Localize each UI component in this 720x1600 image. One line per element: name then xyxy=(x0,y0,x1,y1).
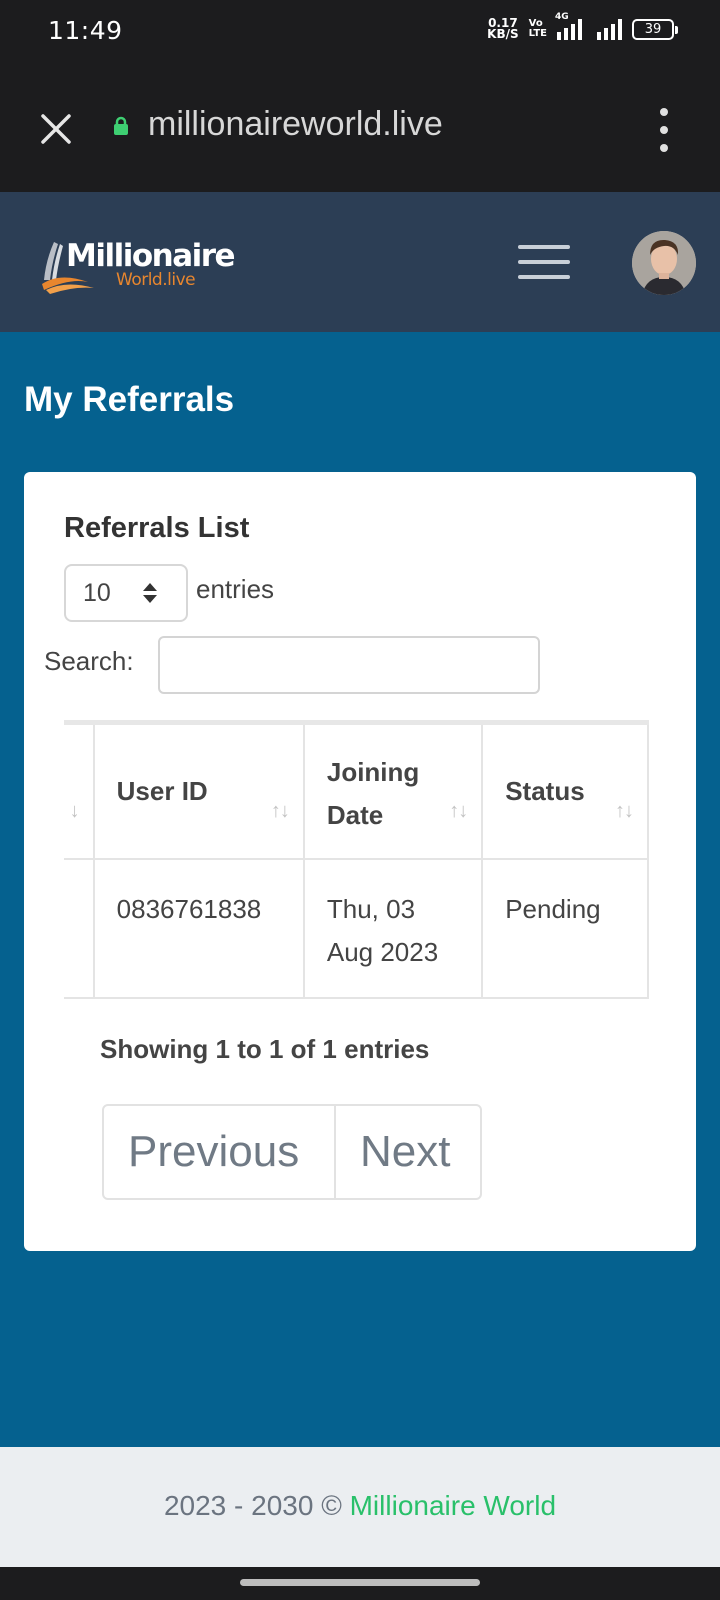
menu-icon[interactable] xyxy=(518,245,570,279)
status-icons: 0.17 KB/S Vo LTE 4G 39 xyxy=(487,12,678,41)
referrals-table-wrapper[interactable]: ↓ User ID ↑↓ Joining Date ↑↓ Status ↑↓ 0… xyxy=(64,720,681,999)
page-title: My Referrals xyxy=(24,380,235,419)
sort-arrows-icon xyxy=(143,583,157,603)
cell-status: Pending xyxy=(481,857,649,999)
site-footer: 2023 - 2030 © Millionaire World xyxy=(0,1447,720,1567)
card-title: Referrals List xyxy=(64,512,250,544)
battery-level: 39 xyxy=(644,21,662,37)
signal-icon-sim1: 4G xyxy=(555,12,587,40)
user-avatar-image xyxy=(632,231,696,295)
cell-user-id: 0836761838 xyxy=(92,857,305,999)
column-header-user-id[interactable]: User ID ↑↓ xyxy=(92,720,305,860)
search-label: Search: xyxy=(44,646,134,676)
entries-label: entries xyxy=(196,574,275,604)
next-button[interactable]: Next xyxy=(336,1106,480,1198)
signal-icon-sim2 xyxy=(597,18,622,40)
sort-icon: ↑↓ xyxy=(270,799,290,822)
main-content: My Referrals Referrals List 10 entries S… xyxy=(0,332,720,1447)
table-info: Showing 1 to 1 of 1 entries xyxy=(100,1034,430,1064)
close-icon[interactable] xyxy=(36,109,76,149)
entries-value: 10 xyxy=(83,579,111,607)
previous-button[interactable]: Previous xyxy=(104,1106,336,1198)
footer-years: 2023 - 2030 © xyxy=(163,1490,342,1521)
system-nav-bar xyxy=(0,1567,720,1600)
site-header: Millionaire World.live xyxy=(0,192,720,332)
column-header-status[interactable]: Status ↑↓ xyxy=(481,720,649,860)
sort-icon: ↓ xyxy=(69,799,80,822)
column-header-hidden[interactable]: ↓ xyxy=(64,720,95,860)
referrals-table: ↓ User ID ↑↓ Joining Date ↑↓ Status ↑↓ 0… xyxy=(64,720,649,999)
search-input[interactable] xyxy=(158,636,540,694)
referrals-card: Referrals List 10 entries Search: ↓ User… xyxy=(24,472,696,1251)
footer-brand-link[interactable]: Millionaire World xyxy=(350,1490,556,1521)
battery-icon: 39 xyxy=(632,18,678,40)
column-header-joining-date[interactable]: Joining Date ↑↓ xyxy=(302,720,484,860)
more-vert-icon[interactable] xyxy=(646,108,682,152)
network-type-label: 4G xyxy=(555,12,569,22)
cell-joining-date: Thu, 03 Aug 2023 xyxy=(302,857,484,999)
volte-icon: Vo LTE xyxy=(528,18,547,39)
table-header-row: ↓ User ID ↑↓ Joining Date ↑↓ Status ↑↓ xyxy=(64,720,649,860)
logo-subtext: World.live xyxy=(116,270,196,290)
home-indicator[interactable] xyxy=(240,1579,480,1586)
lock-icon xyxy=(114,116,128,135)
network-speed: 0.17 KB/S xyxy=(487,16,519,41)
table-row: 0836761838 Thu, 03 Aug 2023 Pending xyxy=(64,857,649,999)
logo-text: Millionaire xyxy=(66,238,236,274)
url-bar[interactable]: millionaireworld.live xyxy=(148,105,443,144)
browser-toolbar: millionaireworld.live xyxy=(0,64,720,192)
footer-text: 2023 - 2030 © Millionaire World xyxy=(0,1490,720,1522)
site-logo[interactable]: Millionaire World.live xyxy=(40,238,240,294)
entries-select[interactable]: 10 xyxy=(64,564,188,622)
cell-hidden xyxy=(64,857,95,999)
sort-icon: ↑↓ xyxy=(615,799,634,822)
pagination: Previous Next xyxy=(102,1104,482,1200)
sort-icon: ↑↓ xyxy=(449,799,468,822)
status-time: 11:49 xyxy=(48,16,123,45)
avatar[interactable] xyxy=(632,231,696,295)
status-bar: 11:49 0.17 KB/S Vo LTE 4G 39 xyxy=(0,0,720,64)
